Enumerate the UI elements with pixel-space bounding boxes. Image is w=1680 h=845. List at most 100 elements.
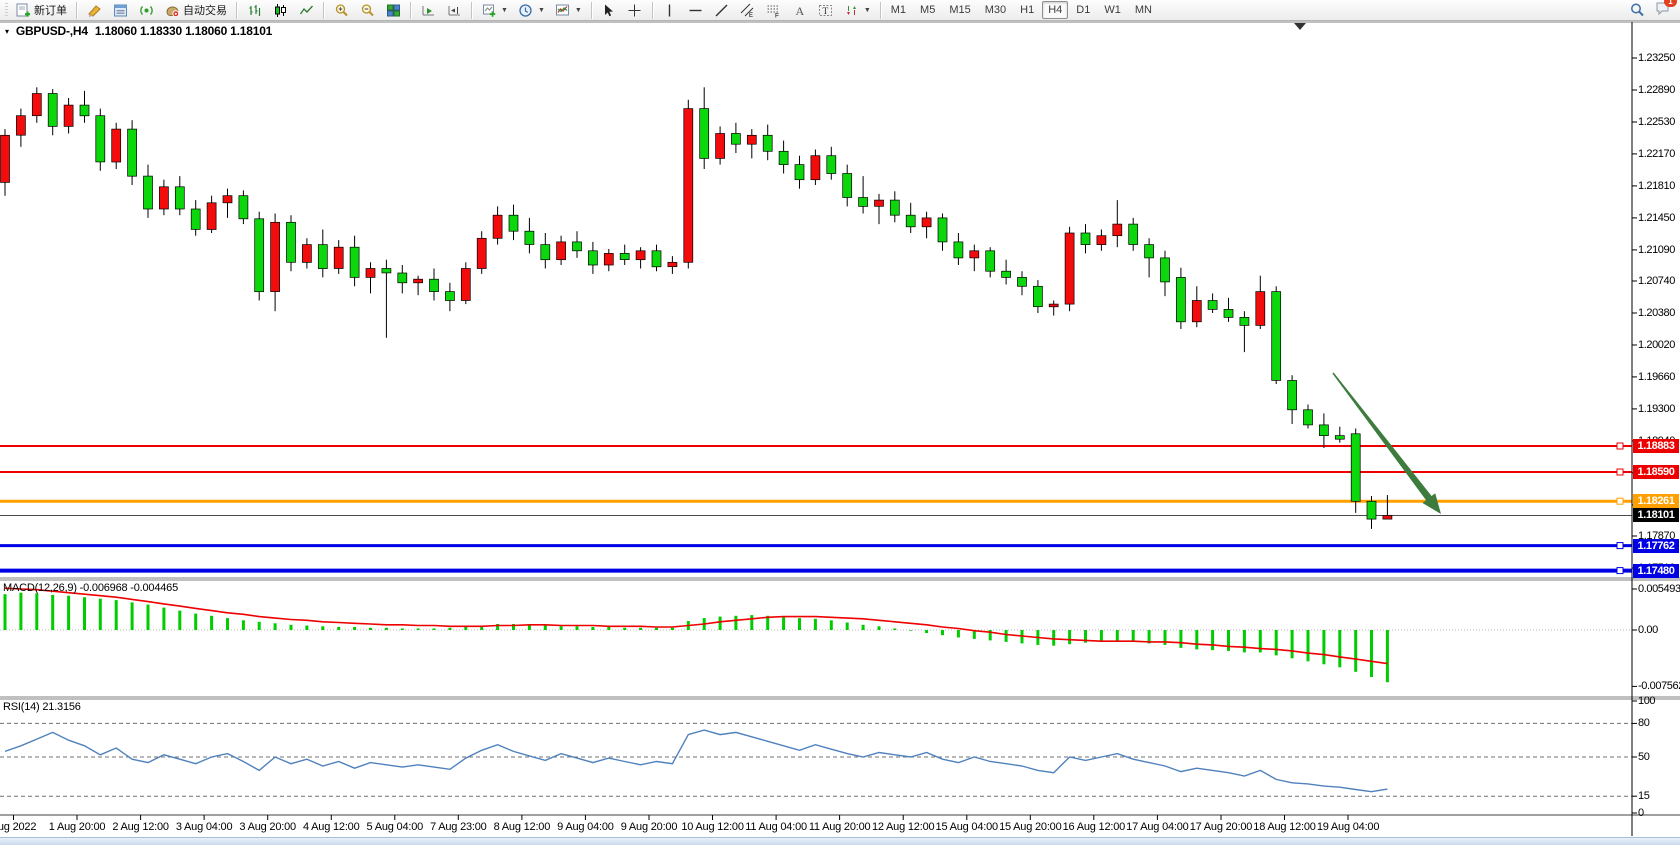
new-chart-icon — [481, 2, 497, 18]
dropdown-caret-icon: ▼ — [538, 7, 545, 14]
equidistant-channel-icon: E — [740, 2, 756, 18]
zoom-out-button[interactable] — [354, 0, 380, 20]
macd-indicator-label: MACD(12,26,9) -0.006968 -0.004465 — [3, 582, 178, 594]
auto-trading-label: 自动交易 — [183, 2, 227, 18]
dropdown-caret-icon: ▼ — [864, 7, 871, 14]
timeframe-button-M15[interactable]: M15 — [943, 1, 976, 19]
signals-button[interactable] — [133, 0, 159, 20]
toolbar-separator — [410, 2, 411, 19]
price-axis-tick-label: 1.20380 — [1638, 307, 1675, 319]
macd-axis-tick-label: -0.007562 — [1638, 680, 1680, 692]
timeframe-button-M5[interactable]: M5 — [914, 1, 941, 19]
search-icon[interactable] — [1629, 2, 1645, 18]
zoom-in-button[interactable] — [328, 0, 354, 20]
time-axis-label: 11 Aug 04:00 — [745, 821, 807, 833]
candlestick-mode-button[interactable] — [267, 0, 293, 20]
clock-icon — [518, 2, 534, 18]
time-axis-label: 16 Aug 12:00 — [1063, 821, 1125, 833]
toolbar-separator — [236, 2, 237, 19]
macd-histogram-series — [5, 593, 1387, 683]
toolbar-separator — [323, 2, 324, 19]
svg-text:E: E — [749, 13, 753, 18]
candlestick-icon — [272, 2, 288, 18]
auto-scroll-icon — [420, 2, 436, 18]
cursor-arrow-icon — [601, 2, 617, 18]
price-axis-tick-label: 1.19300 — [1638, 403, 1675, 415]
price-axis-tick-label: 1.22170 — [1638, 148, 1675, 160]
timeframe-button-W1[interactable]: W1 — [1098, 1, 1127, 19]
time-axis-label: 15 Aug 20:00 — [999, 821, 1061, 833]
down-arrow-annotation[interactable] — [1332, 373, 1441, 515]
new-order-icon — [15, 2, 31, 18]
line-chart-icon — [298, 2, 314, 18]
highlighter-icon — [86, 2, 102, 18]
vertical-line-tool-button[interactable] — [657, 0, 683, 20]
macd-axis-tick-label: 0.005493 — [1638, 583, 1680, 595]
hline-handle[interactable] — [1617, 443, 1623, 449]
symbol-dropdown-marker[interactable]: ▾ — [5, 27, 9, 36]
fibonacci-tool-button[interactable]: F — [761, 0, 787, 20]
svg-text:F: F — [775, 12, 779, 18]
time-axis-label: 15 Aug 04:00 — [936, 821, 998, 833]
trendline-tool-button[interactable] — [709, 0, 735, 20]
price-line-label-1.18261: 1.18261 — [1633, 494, 1679, 508]
candlestick-series — [1, 87, 1392, 529]
timeframe-button-H1[interactable]: H1 — [1014, 1, 1040, 19]
indicators-icon — [555, 2, 571, 18]
bar-chart-mode-button[interactable] — [241, 0, 267, 20]
arrows-tool-button[interactable]: ▼ — [839, 0, 876, 20]
chart-shift-marker[interactable] — [1294, 23, 1306, 30]
rsi-axis-tick-label: 15 — [1638, 790, 1649, 802]
toolbar-separator — [652, 2, 653, 19]
time-axis-label: 3 Aug 20:00 — [239, 821, 296, 833]
toolbar-separator — [591, 2, 592, 19]
price-axis-tick-label: 1.22890 — [1638, 84, 1675, 96]
timeframe-button-M1[interactable]: M1 — [885, 1, 912, 19]
auto-trading-button[interactable]: 自动交易 — [159, 0, 232, 20]
price-line-label-1.18101: 1.18101 — [1633, 508, 1679, 522]
timeframe-button-MN[interactable]: MN — [1129, 1, 1158, 19]
price-axis-tick-label: 1.22530 — [1638, 116, 1675, 128]
hline-handle[interactable] — [1617, 568, 1623, 574]
rsi-line — [5, 730, 1387, 792]
chart-period-button[interactable]: ▼ — [513, 0, 550, 20]
chart-shift-button[interactable] — [441, 0, 467, 20]
hline-handle[interactable] — [1617, 543, 1623, 549]
line-chart-mode-button[interactable] — [293, 0, 319, 20]
cursor-tool-button[interactable] — [596, 0, 622, 20]
text-label-tool-button[interactable]: T — [813, 0, 839, 20]
toolbar-separator — [880, 2, 881, 19]
highlighter-tool-button[interactable] — [81, 0, 107, 20]
price-axis-tick-label: 1.21450 — [1638, 212, 1675, 224]
text-tool-button[interactable]: A — [787, 0, 813, 20]
price-axis-tick-label: 1.19660 — [1638, 371, 1675, 383]
signals-icon — [138, 2, 154, 18]
notifications-button[interactable]: 1 — [1655, 0, 1671, 21]
hline-handle[interactable] — [1617, 469, 1623, 475]
timeframe-button-M30[interactable]: M30 — [979, 1, 1012, 19]
time-axis-label: 8 Aug 12:00 — [494, 821, 551, 833]
fibonacci-icon: F — [766, 2, 782, 18]
time-axis-label: 9 Aug 04:00 — [557, 821, 614, 833]
new-order-button[interactable]: 新订单 — [10, 0, 72, 20]
bar-chart-icon — [246, 2, 262, 18]
hline-handle[interactable] — [1617, 498, 1623, 504]
new-chart-button[interactable]: ▼ — [476, 0, 513, 20]
market-depth-button[interactable] — [107, 0, 133, 20]
tile-windows-button[interactable] — [380, 0, 406, 20]
indicators-button[interactable]: ▼ — [550, 0, 587, 20]
equidistant-channel-tool-button[interactable]: E — [735, 0, 761, 20]
time-axis-label: 2 Aug 12:00 — [112, 821, 169, 833]
arrow-objects-icon — [844, 2, 860, 18]
crosshair-tool-button[interactable] — [622, 0, 648, 20]
timeframe-button-D1[interactable]: D1 — [1070, 1, 1096, 19]
zoom-in-icon — [333, 2, 349, 18]
toolbar-grip — [5, 3, 8, 18]
timeframe-button-H4[interactable]: H4 — [1042, 1, 1068, 19]
text-icon: A — [792, 2, 808, 18]
horizontal-line-tool-button[interactable] — [683, 0, 709, 20]
auto-scroll-button[interactable] — [415, 0, 441, 20]
price-axis-tick-label: 1.20740 — [1638, 275, 1675, 287]
notification-badge: 1 — [1664, 0, 1677, 7]
horizontal-line-icon — [688, 2, 704, 18]
